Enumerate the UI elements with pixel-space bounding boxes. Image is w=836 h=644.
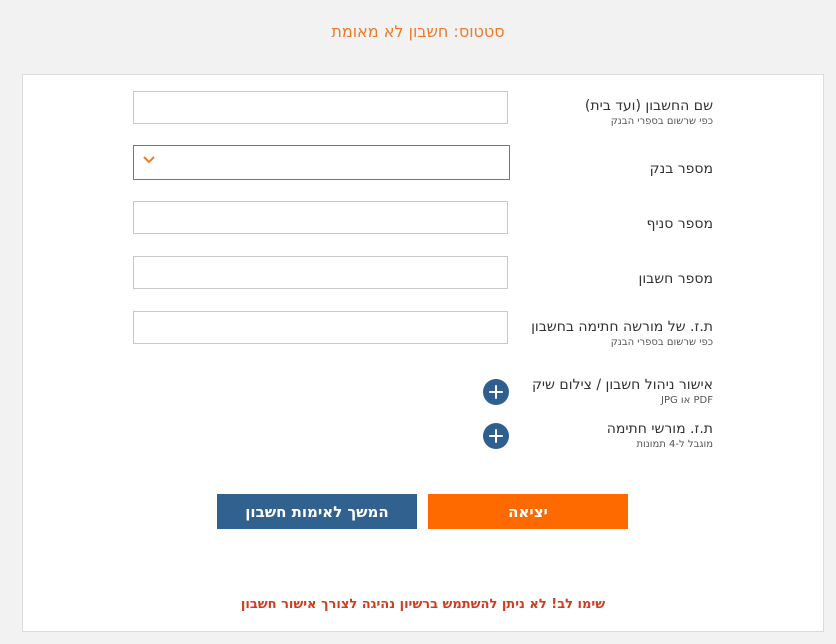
- signatories-ids-label-text: ת.ז. מורשי חתימה: [606, 421, 713, 437]
- signatories-ids-label: ת.ז. מורשי חתימה מוגבל ל-4 תמונות: [607, 421, 713, 450]
- signatory-id-label-text: ת.ז. של מורשה חתימה בחשבון: [531, 319, 713, 335]
- account-name-sublabel: כפי שרשום בספרי הבנק: [610, 116, 713, 127]
- exit-button[interactable]: יציאה: [428, 494, 628, 529]
- account-status: סטטוס: חשבון לא מאומת: [331, 22, 505, 41]
- account-name-label: שם החשבון (ועד בית) כפי שרשום בספרי הבנק: [585, 98, 713, 127]
- branch-number-input[interactable]: [133, 201, 508, 234]
- signatories-ids-sublabel: מוגבל ל-4 תמונות: [636, 439, 713, 450]
- continue-verification-button[interactable]: המשך לאימות חשבון: [217, 494, 417, 529]
- upload-account-approval-button[interactable]: [483, 379, 509, 405]
- signatory-id-input[interactable]: [133, 311, 508, 344]
- upload-signatories-ids-button[interactable]: [483, 423, 509, 449]
- account-approval-sublabel: PDF או JPG: [661, 395, 713, 406]
- bank-number-label: מספר בנק: [649, 161, 713, 177]
- account-approval-label-text: אישור ניהול חשבון / צילום שיק: [531, 377, 713, 393]
- account-number-input[interactable]: [133, 256, 508, 289]
- account-name-input[interactable]: [133, 91, 508, 124]
- signatory-id-label: ת.ז. של מורשה חתימה בחשבון כפי שרשום בספ…: [531, 319, 713, 348]
- bank-number-select[interactable]: [133, 145, 510, 180]
- account-number-label: מספר חשבון: [638, 271, 713, 287]
- warning-message: שימו לב! לא ניתן להשתמש ברשיון נהיגה לצו…: [240, 597, 606, 612]
- signatory-id-sublabel: כפי שרשום בספרי הבנק: [610, 337, 713, 348]
- bank-account-form: שם החשבון (ועד בית) כפי שרשום בספרי הבנק…: [22, 74, 824, 632]
- branch-number-label: מספר סניף: [646, 216, 713, 232]
- chevron-down-icon: [143, 156, 155, 164]
- account-name-label-text: שם החשבון (ועד בית): [584, 98, 713, 114]
- account-approval-label: אישור ניהול חשבון / צילום שיק PDF או JPG: [532, 377, 713, 406]
